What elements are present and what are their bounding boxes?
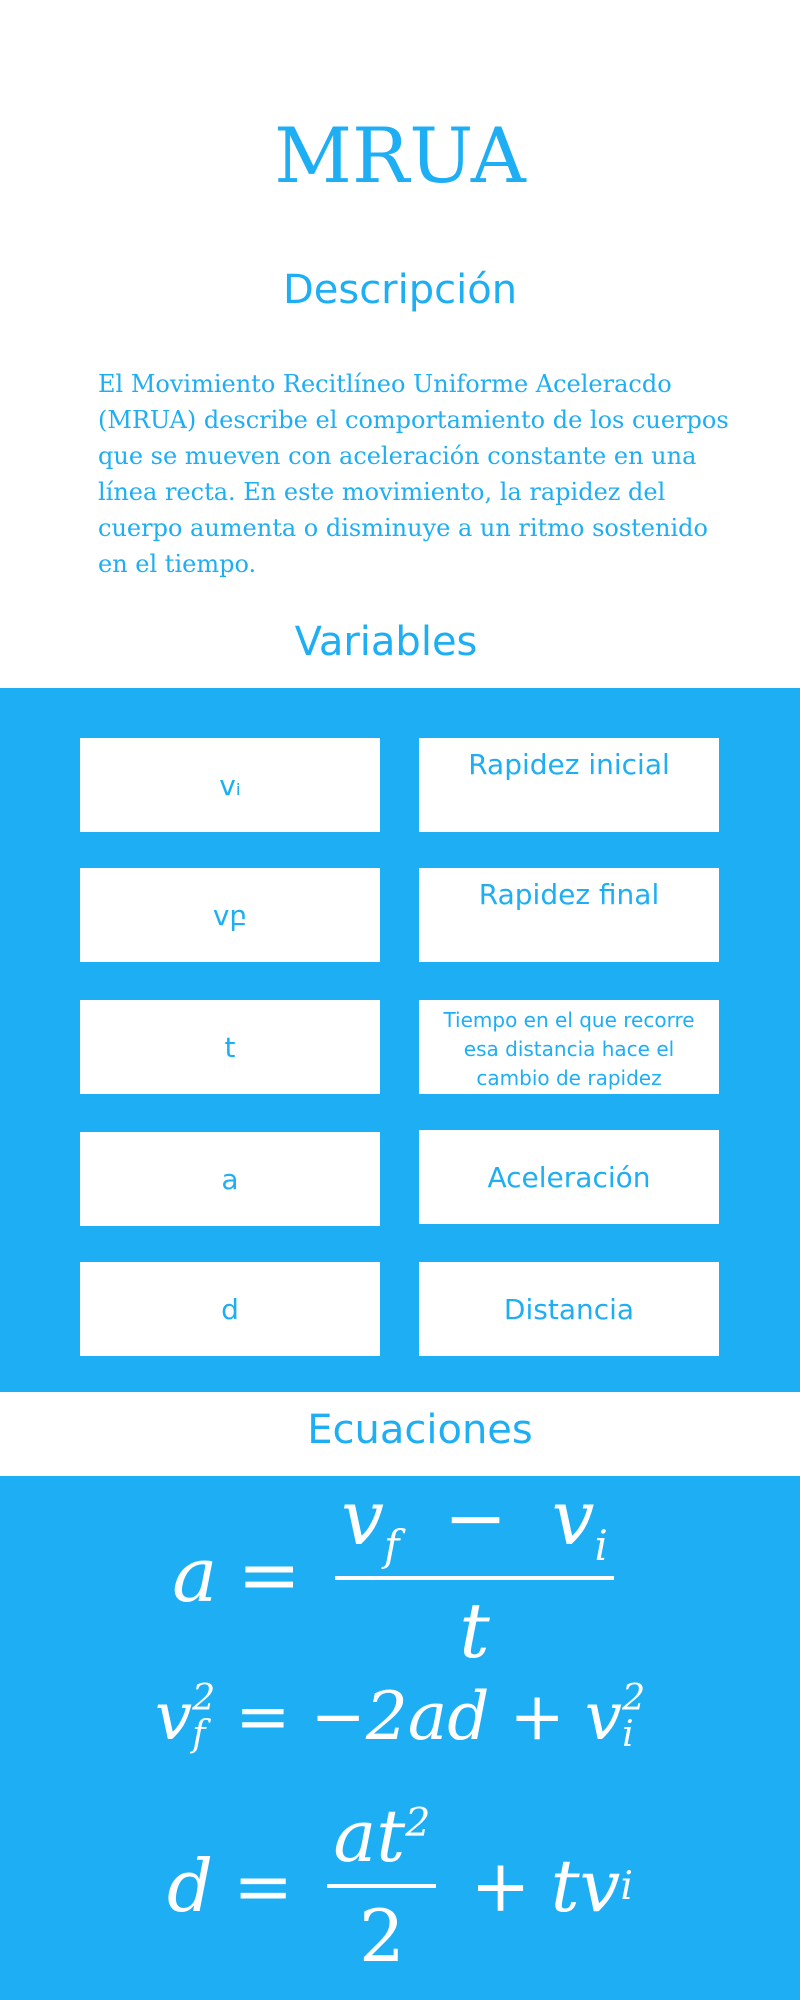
equation-acceleration: a = vf − vi t [0, 1473, 800, 1675]
eq2-vf-sub: f [192, 1712, 206, 1755]
eq3-lhs: d [166, 1844, 214, 1928]
eq1-lhs: a [172, 1529, 218, 1619]
equations-panel: a = vf − vi t v2f = −2ad + v2i d = at2 2… [0, 1473, 800, 2000]
eq2-vi: v [584, 1677, 623, 1755]
eq1-vf: v [341, 1472, 385, 1562]
eq1-numerator: vf − vi [335, 1473, 614, 1570]
variables-heading: Variables [294, 619, 478, 665]
variable-symbol-initial-speed: vᵢ [80, 738, 380, 832]
eq1-vi: v [551, 1472, 595, 1562]
equation-distance: d = at2 2 + tv i [0, 1786, 800, 1986]
equation-final-speed: v2f = −2ad + v2i [0, 1666, 800, 1766]
eq2-vf-sup: 2 [192, 1675, 216, 1719]
eq3-numerator: at2 [327, 1794, 436, 1878]
description-heading: Descripción [282, 267, 518, 313]
eq2-vf-scripts: 2f [192, 1675, 216, 1755]
variable-meaning-distance: Distancia [419, 1262, 719, 1356]
variables-table: vᵢ Rapidez inicial vբ Rapidez final t Ti… [0, 688, 800, 1392]
eq2-plus: + [509, 1677, 565, 1755]
eq3-equals: = [233, 1844, 294, 1928]
variable-meaning-initial-speed: Rapidez inicial [419, 738, 719, 832]
variable-symbol-final-speed: vբ [80, 868, 380, 962]
eq1-denominator: t [459, 1586, 490, 1676]
eq3-denominator: 2 [358, 1894, 405, 1978]
eq3-fraction: at2 2 [327, 1794, 437, 1978]
description-text: El Movimiento Recitlíneo Uniforme Aceler… [98, 370, 729, 578]
eq1-minus: − [443, 1472, 508, 1562]
eq3-tv: tv [550, 1844, 621, 1928]
variable-meaning-final-speed: Rapidez final [419, 868, 719, 962]
eq1-fraction-bar [335, 1576, 614, 1581]
eq2-vf: v [154, 1677, 193, 1755]
eq2-vi-sub: i [622, 1712, 634, 1755]
variable-meaning-acceleration: Aceleración [419, 1130, 719, 1224]
eq2-minus: − [310, 1677, 366, 1755]
equations-heading: Ecuaciones [307, 1407, 533, 1453]
eq2-2ad: 2ad [365, 1677, 490, 1755]
variable-symbol-time: t [80, 1000, 380, 1094]
eq2-equals: = [235, 1677, 291, 1755]
variable-symbol-distance: d [80, 1262, 380, 1356]
eq1-equals: = [237, 1529, 302, 1619]
eq1-fraction: vf − vi t [335, 1473, 614, 1675]
eq1-vi-sub: i [594, 1521, 608, 1571]
eq3-plus: + [470, 1844, 531, 1928]
variable-meaning-time: Tiempo en el que recorre esa distancia h… [419, 1000, 719, 1094]
eq1-vf-sub: f [384, 1521, 400, 1571]
eq3-tv-sub: i [620, 1863, 634, 1909]
eq2-vi-scripts: 2i [622, 1675, 646, 1755]
page-title: MRUA [274, 111, 526, 200]
eq3-at: at [333, 1794, 406, 1878]
eq2-vi-sup: 2 [622, 1675, 646, 1719]
eq3-fraction-bar [327, 1884, 437, 1888]
eq3-at-sup: 2 [405, 1800, 431, 1846]
variable-symbol-acceleration: a [80, 1132, 380, 1226]
